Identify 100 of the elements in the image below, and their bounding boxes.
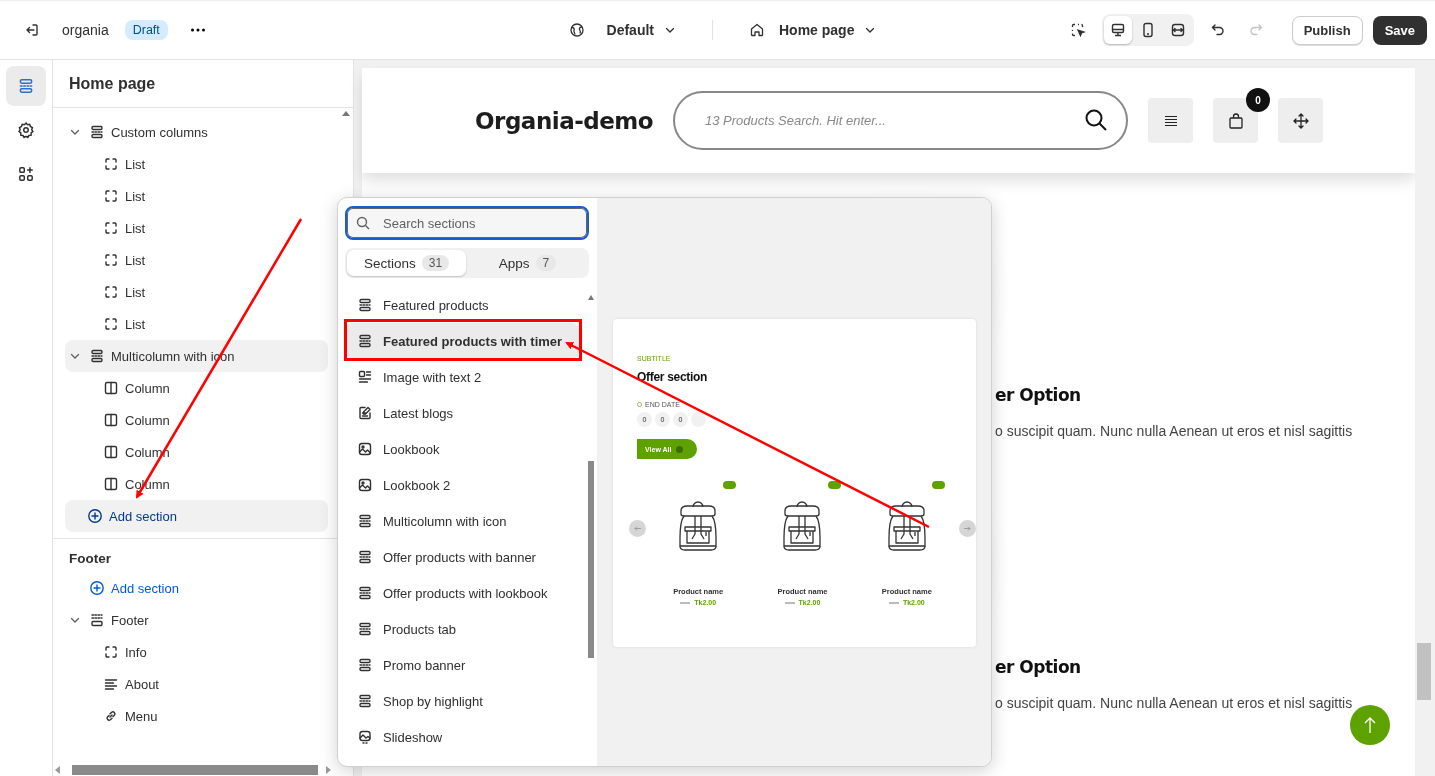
status-badge: Draft (124, 20, 168, 40)
save-button[interactable]: Save (1372, 15, 1427, 45)
image-icon (357, 441, 373, 457)
section-item[interactable]: Custom columns (65, 116, 328, 148)
section-search-field[interactable]: Search sections (345, 206, 589, 240)
store-name: organia (62, 22, 109, 38)
block-item[interactable]: List (65, 148, 328, 180)
old-price-mark (888, 601, 899, 604)
page-selector[interactable]: Home page (741, 18, 885, 42)
block-item[interactable]: List (65, 180, 328, 212)
section-icon (89, 348, 105, 364)
scroll-up-icon (342, 110, 350, 116)
block-item[interactable]: Menu (65, 700, 328, 732)
settings-icon (17, 121, 35, 139)
scroll-left-icon (55, 766, 60, 774)
column-text: o suscipit quam. Nunc nulla Aenean ut eros et nisl sagittis (995, 423, 1354, 439)
add-section-link[interactable]: Add section (65, 572, 328, 604)
block-icon (103, 252, 119, 268)
column-icon (103, 444, 119, 460)
scroll-right-icon (326, 766, 331, 774)
section-option[interactable]: Offer products with lookbook (345, 575, 579, 611)
more-icon (189, 28, 206, 32)
scrollbar-thumb[interactable] (1417, 643, 1431, 700)
section-option[interactable]: Latest blogs (345, 395, 579, 431)
section-icon (89, 124, 105, 140)
section-option[interactable]: Products tab (345, 611, 579, 647)
move-icon (1291, 111, 1310, 130)
section-option[interactable]: Featured products with timer (345, 323, 579, 359)
section-option[interactable]: Lookbook 2 (345, 467, 579, 503)
preview-title: Offer section (637, 370, 709, 384)
full-width-icon (1169, 22, 1186, 38)
block-icon (103, 220, 119, 236)
theme-selector[interactable]: Default (560, 18, 684, 42)
search-icon (355, 215, 371, 231)
menu-icon (1163, 114, 1178, 127)
globe-icon (568, 22, 585, 38)
picker-tab[interactable]: Apps 7 (468, 250, 587, 276)
store-search-field[interactable]: 13 Products Search. Hit enter... (673, 91, 1129, 150)
text-icon (103, 676, 119, 692)
block-icon (103, 188, 119, 204)
home-icon (749, 22, 765, 38)
add-icon (87, 508, 103, 524)
exit-icon (24, 22, 40, 38)
cart-count-badge: 0 (1246, 88, 1271, 112)
column-icon (103, 380, 119, 396)
search-icon (1084, 108, 1109, 132)
shopping-bag-icon (1226, 111, 1245, 130)
scrollbar-thumb[interactable] (588, 461, 594, 658)
column-heading: er Option (995, 385, 1082, 405)
new-badge (932, 481, 945, 489)
section-option[interactable]: Promo banner (345, 647, 579, 683)
section-option[interactable]: Multicolumn with icon (345, 503, 579, 539)
block-item[interactable]: List (65, 244, 328, 276)
menu-button[interactable] (1148, 98, 1194, 143)
new-badge (723, 481, 737, 489)
undo-icon (1209, 22, 1226, 38)
old-price-mark (680, 601, 691, 604)
block-item[interactable]: Column (65, 372, 328, 404)
block-item[interactable]: List (65, 212, 328, 244)
device-toggle[interactable] (1103, 16, 1132, 44)
section-icon (357, 297, 373, 313)
arrow-up-icon (1364, 716, 1376, 734)
add-section-button[interactable]: Add section (65, 500, 328, 532)
block-item[interactable]: Column (65, 404, 328, 436)
section-item[interactable]: Footer (65, 604, 328, 636)
picker-tab[interactable]: Sections 31 (347, 250, 466, 276)
section-option[interactable]: Shop by highlight (345, 683, 579, 719)
section-option[interactable]: Featured products (345, 287, 579, 323)
new-badge (827, 481, 841, 489)
block-icon (103, 284, 119, 300)
link-icon (103, 708, 119, 724)
sections-icon (17, 77, 35, 95)
select-cursor-icon (1069, 22, 1086, 38)
block-item[interactable]: About (65, 668, 328, 700)
publish-button[interactable]: Publish (1291, 15, 1363, 45)
column-icon (103, 412, 119, 428)
block-icon (103, 316, 119, 332)
cart-button[interactable] (1213, 98, 1259, 143)
footer-icon (89, 612, 105, 628)
section-icon (357, 549, 373, 565)
section-icon (357, 693, 373, 709)
desktop-icon (1109, 22, 1126, 38)
section-icon (357, 621, 373, 637)
section-option[interactable]: Image with text 2 (345, 359, 579, 395)
add-icon (89, 580, 105, 596)
section-icon (357, 585, 373, 601)
block-item[interactable]: Info (65, 636, 328, 668)
old-price-mark (784, 601, 795, 604)
section-option[interactable]: Offer products with banner (345, 539, 579, 575)
scroll-up-icon (588, 295, 594, 300)
block-item[interactable]: List (65, 276, 328, 308)
block-icon (103, 644, 119, 660)
slideshow-icon (357, 729, 373, 745)
move-button[interactable] (1278, 98, 1324, 143)
section-option[interactable]: Lookbook (345, 431, 579, 467)
section-option[interactable]: Slideshow (345, 719, 579, 755)
clock-icon (637, 402, 642, 407)
block-item[interactable]: List (65, 308, 328, 340)
scrollbar-thumb[interactable] (71, 765, 319, 775)
section-icon (357, 333, 373, 349)
